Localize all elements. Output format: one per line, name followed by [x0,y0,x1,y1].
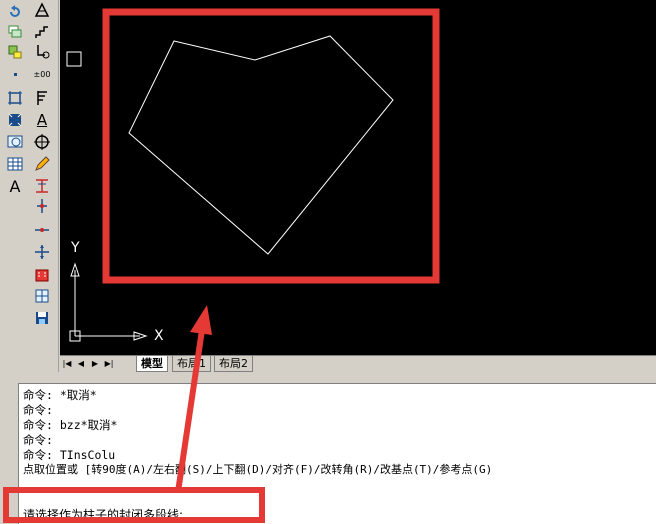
command-history-line: 命令: TInsColu [23,448,116,462]
block-icon[interactable] [4,42,26,62]
circle-view-icon[interactable] [4,132,26,152]
ucs-x-label: X [154,328,164,344]
view-icon[interactable] [4,110,26,130]
column-icon[interactable] [31,176,53,196]
ucs-icon [69,262,148,342]
command-history-line: 命令: bzz*取消* [23,418,118,432]
command-options-line: 点取位置或 [转90度(A)/左右翻(S)/上下翻(D)/对齐(F)/改转角(R… [23,463,493,476]
cad-app-window: A ±00 A Y X |◀ ◀ ▶ ▶| 模型 布局1 布局2 命令: *取消… [0,0,656,524]
circle-target-icon[interactable] [31,132,53,152]
viewport-marker [66,51,82,67]
layers-icon[interactable] [4,22,26,42]
command-history-line: 命令: *取消* [23,388,97,402]
command-history-line: 命令: [23,433,53,447]
pipe-icon[interactable] [31,42,53,62]
dimension-icon[interactable] [31,0,53,20]
command-prompt[interactable]: 请选择作为柱子的封闭多段线: [23,506,183,523]
text-icon[interactable]: A [4,176,26,196]
layout-tab-bar: |◀ ◀ ▶ ▶| 模型 布局1 布局2 [60,355,656,372]
tool-palette: A ±00 A [0,0,59,375]
closed-polyline[interactable] [128,35,394,255]
text-A-icon[interactable]: A [31,110,53,130]
axis-dim-icon[interactable] [31,220,53,240]
tab-nav-last[interactable]: ▶| [104,358,114,369]
command-history-line: 命令: [23,403,53,417]
tab-layout1[interactable]: 布局1 [172,356,211,372]
axis-icon[interactable] [31,196,53,216]
stairs-icon[interactable] [31,22,53,42]
tab-layout2[interactable]: 布局2 [214,356,253,372]
point-icon[interactable] [4,64,26,84]
tab-model[interactable]: 模型 [136,356,168,372]
tab-nav-first[interactable]: |◀ [62,358,72,369]
command-window-gripper[interactable] [0,383,18,523]
elevation-label: ±00 [33,69,51,79]
flag-icon[interactable] [31,88,53,108]
elevation-icon[interactable]: ±00 [31,64,53,84]
command-window: 命令: *取消* 命令: 命令: bzz*取消* 命令: 命令: TInsCol… [18,383,656,524]
building-icon[interactable] [31,264,53,284]
save-icon[interactable] [31,308,53,328]
grid-icon[interactable] [31,286,53,306]
splitter[interactable] [0,372,656,382]
tab-nav-next[interactable]: ▶ [90,358,100,369]
drawing-canvas[interactable]: Y X [60,0,656,355]
move-icon[interactable] [31,242,53,262]
tab-nav-prev[interactable]: ◀ [76,358,86,369]
table-icon[interactable] [4,154,26,174]
pen-icon[interactable] [31,154,53,174]
undo-icon[interactable] [4,2,26,22]
ucs-y-label: Y [71,240,80,256]
frame-icon[interactable] [4,88,26,108]
